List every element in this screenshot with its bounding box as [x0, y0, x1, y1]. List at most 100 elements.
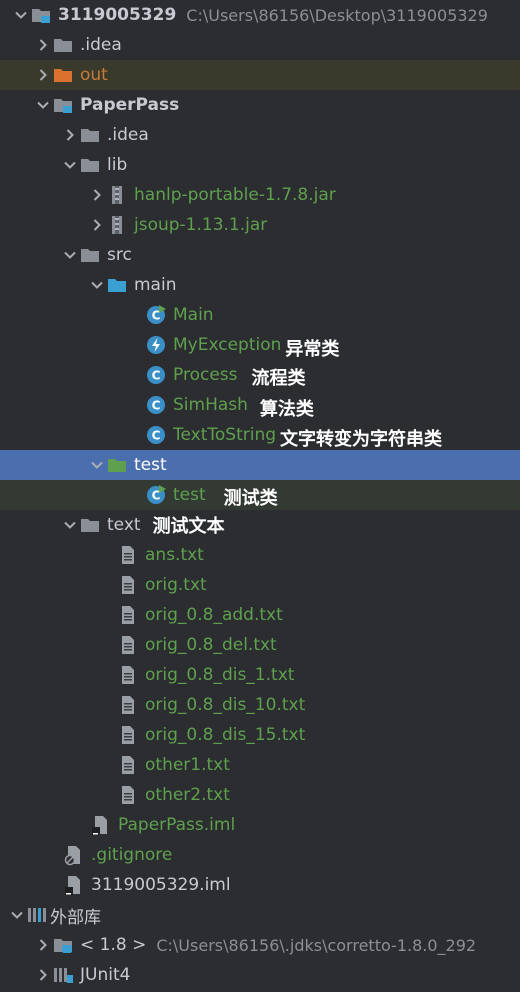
- tree-row-file[interactable]: orig_0.8_dis_1.txt: [0, 660, 520, 690]
- tree-row-junit[interactable]: JUnit4: [0, 960, 520, 990]
- folder-label: .idea: [107, 125, 149, 145]
- file-label: orig_0.8_del.txt: [145, 635, 277, 655]
- tree-row-root[interactable]: 3119005329 C:\Users\86156\Desktop\311900…: [0, 0, 520, 30]
- class-label: SimHash: [173, 395, 248, 415]
- tree-row-file[interactable]: orig_0.8_add.txt: [0, 600, 520, 630]
- library-label: JUnit4: [80, 965, 131, 985]
- tree-row-gitignore[interactable]: .gitignore: [0, 840, 520, 870]
- chevron-down-icon[interactable]: [88, 270, 106, 300]
- folder-label: text: [107, 515, 141, 535]
- module-folder-icon: [30, 0, 52, 30]
- tree-row-myexception[interactable]: MyException 异常类: [0, 330, 520, 360]
- tree-row-test-folder[interactable]: test: [0, 450, 520, 480]
- text-file-icon: [117, 540, 139, 570]
- chevron-down-icon[interactable]: [88, 450, 106, 480]
- tree-row-lib[interactable]: lib: [0, 150, 520, 180]
- runnable-class-icon: [145, 480, 167, 510]
- test-folder-icon: [106, 450, 128, 480]
- tree-row-main[interactable]: main: [0, 270, 520, 300]
- tree-row-text-folder[interactable]: text 测试文本: [0, 510, 520, 540]
- exception-class-icon: [145, 330, 167, 360]
- folder-label: out: [80, 65, 108, 85]
- folder-icon: [52, 60, 74, 90]
- text-file-icon: [117, 570, 139, 600]
- chevron-down-icon[interactable]: [61, 150, 79, 180]
- folder-label: test: [134, 455, 167, 475]
- chevron-right-icon[interactable]: [88, 180, 106, 210]
- jdk-icon: [52, 930, 74, 960]
- annotation-note: 测试文本: [152, 516, 225, 537]
- chevron-down-icon[interactable]: [34, 90, 52, 120]
- module-folder-icon: [52, 90, 74, 120]
- tree-row-file[interactable]: other1.txt: [0, 750, 520, 780]
- class-icon: [145, 420, 167, 450]
- tree-row-main-class[interactable]: Main: [0, 300, 520, 330]
- chevron-right-icon[interactable]: [34, 30, 52, 60]
- file-label: other2.txt: [145, 785, 230, 805]
- jdk-label: < 1.8 >: [80, 935, 147, 955]
- jdk-path: C:\Users\86156\.jdks\corretto-1.8.0_292: [156, 935, 477, 955]
- annotation-note: 异常类: [285, 339, 340, 360]
- tree-row-file[interactable]: ans.txt: [0, 540, 520, 570]
- module-label: PaperPass: [80, 95, 180, 115]
- tree-row-external-libraries[interactable]: 外部库: [0, 900, 520, 930]
- jar-label: hanlp-portable-1.7.8.jar: [134, 185, 336, 205]
- text-file-icon: [117, 690, 139, 720]
- chevron-right-icon[interactable]: [34, 930, 52, 960]
- tree-row-simhash[interactable]: SimHash 算法类: [0, 390, 520, 420]
- tree-row-file[interactable]: orig_0.8_dis_15.txt: [0, 720, 520, 750]
- tree-row-file[interactable]: orig.txt: [0, 570, 520, 600]
- file-label: ans.txt: [145, 545, 204, 565]
- jar-icon: [106, 180, 128, 210]
- chevron-down-icon[interactable]: [61, 510, 79, 540]
- tree-row-src[interactable]: src: [0, 240, 520, 270]
- root-name: 3119005329: [58, 5, 177, 25]
- jar-icon: [106, 210, 128, 240]
- tree-row-paperpass-iml[interactable]: PaperPass.iml: [0, 810, 520, 840]
- tree-row-file[interactable]: orig_0.8_dis_10.txt: [0, 690, 520, 720]
- tree-row-process[interactable]: Process 流程类: [0, 360, 520, 390]
- tree-row-pp-idea[interactable]: .idea: [0, 120, 520, 150]
- chevron-down-icon[interactable]: [12, 0, 30, 30]
- tree-row-idea[interactable]: .idea: [0, 30, 520, 60]
- chevron-right-icon[interactable]: [34, 960, 52, 990]
- root-path: C:\Users\86156\Desktop\3119005329: [186, 5, 488, 25]
- tree-row-file[interactable]: orig_0.8_del.txt: [0, 630, 520, 660]
- folder-icon: [79, 510, 101, 540]
- project-tree: 3119005329 C:\Users\86156\Desktop\311900…: [0, 0, 520, 992]
- iml-file-icon: [90, 810, 112, 840]
- chevron-right-icon[interactable]: [34, 60, 52, 90]
- chevron-down-icon[interactable]: [8, 900, 26, 930]
- chevron-right-icon[interactable]: [88, 210, 106, 240]
- runnable-class-icon: [145, 300, 167, 330]
- tree-row-out[interactable]: out: [0, 60, 520, 90]
- folder-icon: [52, 30, 74, 60]
- chevron-right-icon[interactable]: [61, 120, 79, 150]
- file-label: orig.txt: [145, 575, 207, 595]
- tree-row-jar-hanlp[interactable]: hanlp-portable-1.7.8.jar: [0, 180, 520, 210]
- file-label: orig_0.8_dis_15.txt: [145, 725, 306, 745]
- text-file-icon: [117, 630, 139, 660]
- annotation-note: 测试类: [223, 488, 278, 509]
- file-label: orig_0.8_add.txt: [145, 605, 283, 625]
- folder-label: lib: [107, 155, 128, 175]
- libraries-icon: [26, 900, 48, 930]
- text-file-icon: [117, 780, 139, 810]
- tree-row-file[interactable]: other2.txt: [0, 780, 520, 810]
- class-label: Process: [173, 365, 238, 385]
- tree-row-paperpass[interactable]: PaperPass: [0, 90, 520, 120]
- class-label: MyException: [173, 335, 282, 355]
- tree-row-jdk[interactable]: < 1.8 > C:\Users\86156\.jdks\corretto-1.…: [0, 930, 520, 960]
- tree-row-test-class[interactable]: test 测试类: [0, 480, 520, 510]
- tree-row-root-iml[interactable]: 3119005329.iml: [0, 870, 520, 900]
- tree-row-texttostring[interactable]: TextToString 文字转变为字符串类: [0, 420, 520, 450]
- tree-row-jar-jsoup[interactable]: jsoup-1.13.1.jar: [0, 210, 520, 240]
- class-label: test: [173, 485, 206, 505]
- class-icon: [145, 390, 167, 420]
- folder-label: main: [134, 275, 177, 295]
- chevron-down-icon[interactable]: [61, 240, 79, 270]
- class-icon: [145, 360, 167, 390]
- source-folder-icon: [106, 270, 128, 300]
- annotation-note: 流程类: [251, 368, 306, 389]
- text-file-icon: [117, 660, 139, 690]
